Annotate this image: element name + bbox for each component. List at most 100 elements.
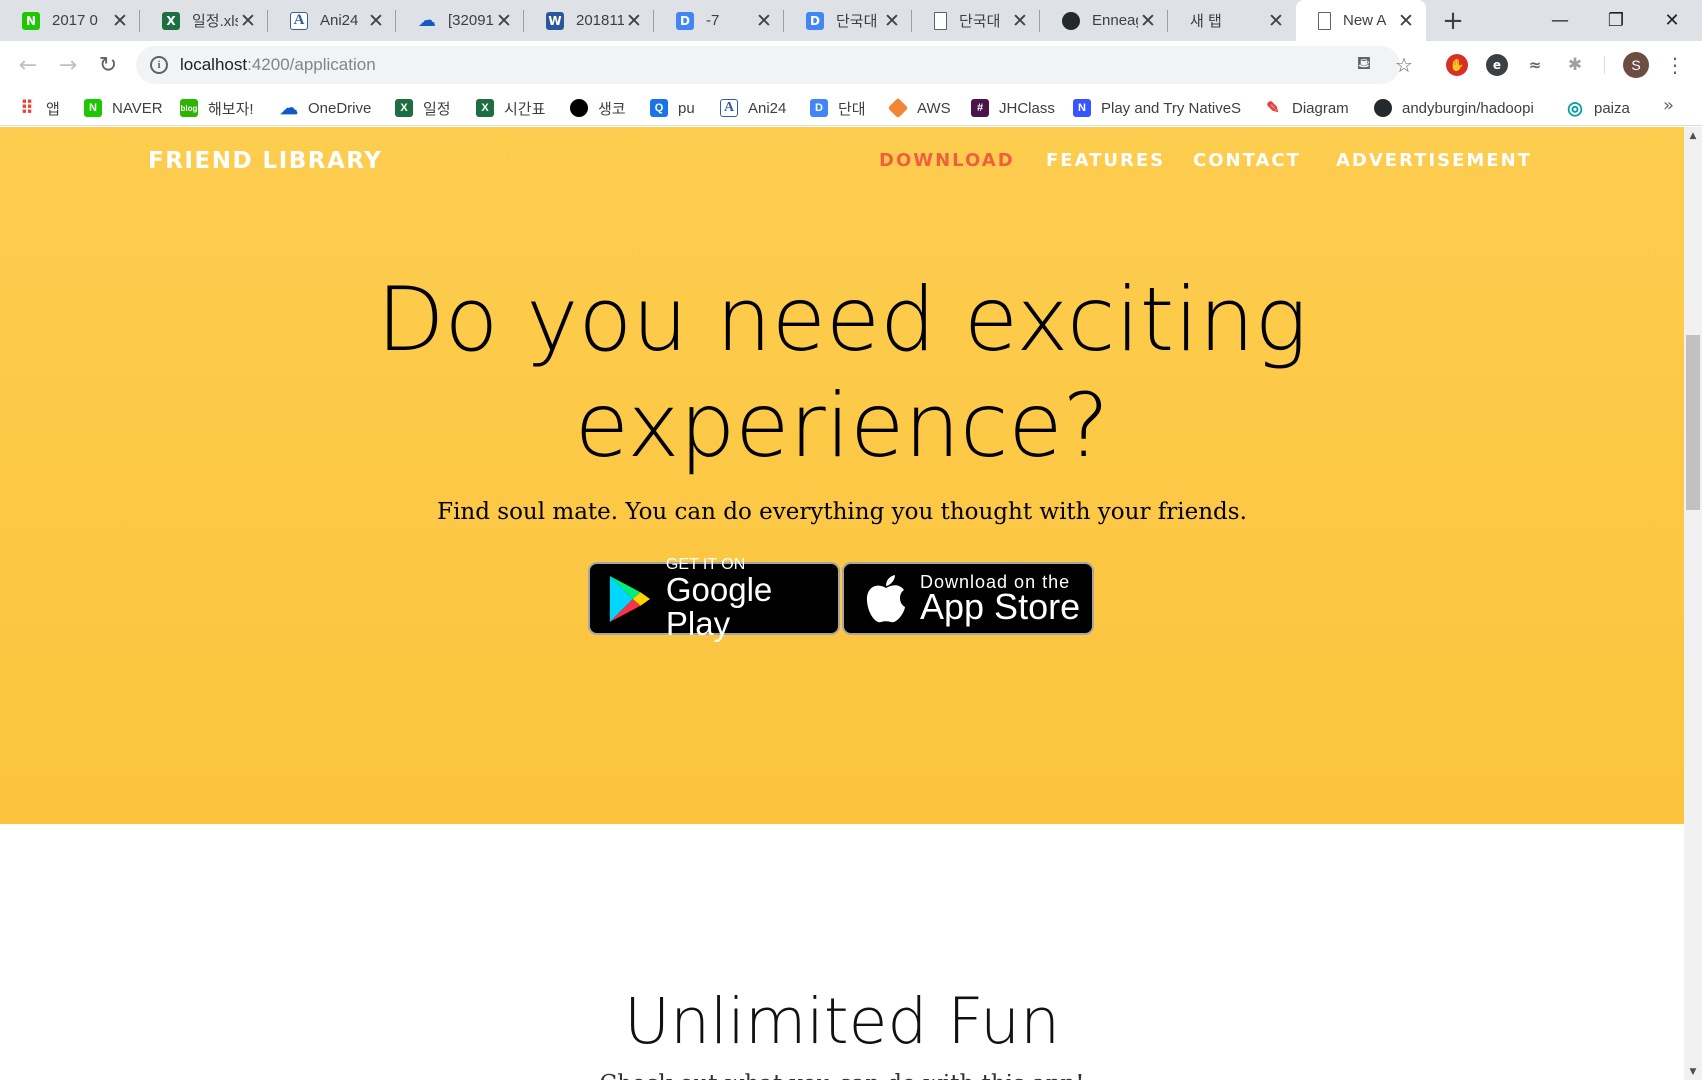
translate-icon[interactable]: ⛾ (1354, 53, 1374, 75)
paiza-icon: ◎ (1567, 97, 1583, 118)
tab-title: [32091 (448, 12, 494, 29)
tab-title: -7 (706, 12, 720, 29)
bookmarks-bar: ⠿ 앱 N NAVER blog 해보자! ☁ OneDrive X 일정 X … (0, 89, 1702, 126)
bookmark-item[interactable]: D 단대 (810, 97, 866, 119)
bookmark-label: paiza (1594, 99, 1630, 117)
restore-icon[interactable]: ❐ (1592, 0, 1640, 41)
bookmark-label: AWS (917, 99, 951, 117)
bookmark-item[interactable]: X 시간표 (476, 97, 545, 119)
bookmark-item[interactable]: ☁ OneDrive (280, 97, 371, 119)
minimize-icon[interactable]: — (1536, 0, 1584, 41)
bookmark-item[interactable]: AWS (887, 97, 951, 119)
back-icon[interactable]: ← (12, 49, 44, 81)
extension-icon[interactable]: ≈ (1524, 54, 1546, 76)
close-icon[interactable]: ✕ (110, 10, 130, 32)
headline-line-2: experience? (574, 374, 1110, 477)
daum-d-icon: D (806, 11, 824, 30)
app-store-badge[interactable]: Download on the App Store (842, 562, 1094, 635)
hero-section: FRIEND LIBRARY DOWNLOAD FEATURES CONTACT… (0, 127, 1684, 824)
browser-tab[interactable]: 새 탭 ✕ (1168, 0, 1296, 41)
bookmark-item[interactable]: blog 해보자! (180, 97, 254, 119)
scroll-up-icon[interactable]: ▲ (1684, 127, 1702, 144)
bookmark-item[interactable]: ⠿ 앱 (18, 97, 60, 119)
browser-tab[interactable]: N 2017 0 ✕ (0, 0, 140, 41)
bookmark-star-icon[interactable]: ☆ (1394, 53, 1414, 77)
onedrive-icon: ☁ (418, 10, 436, 31)
browser-toolbar: ← → ↻ i localhost:4200/application ⛾ ☆ ✋… (0, 41, 1702, 89)
browser-tab[interactable]: 단국대 ✕ (912, 0, 1040, 41)
address-url[interactable]: localhost:4200/application (180, 55, 376, 75)
scroll-down-icon[interactable]: ▼ (1684, 1063, 1702, 1080)
tab-title: 단국대 (836, 13, 878, 30)
nativescript-icon: N (1073, 99, 1091, 117)
site-info-icon[interactable]: i (150, 56, 168, 74)
close-icon[interactable]: ✕ (1266, 10, 1286, 32)
profile-avatar[interactable]: S (1623, 52, 1649, 78)
close-icon[interactable]: ✕ (754, 10, 774, 32)
nav-features[interactable]: FEATURES (1046, 150, 1165, 171)
scrollbar-thumb[interactable] (1686, 335, 1700, 510)
daum-d-icon: D (810, 99, 828, 117)
extension-puzzle-icon[interactable]: ✱ (1564, 54, 1586, 76)
bookmark-item[interactable]: X 일정 (395, 97, 451, 119)
site-brand[interactable]: FRIEND LIBRARY (148, 148, 382, 174)
close-icon[interactable]: ✕ (238, 10, 258, 32)
forward-icon[interactable]: → (52, 49, 84, 81)
bookmark-label: JHClass (999, 99, 1055, 117)
browser-tab[interactable]: A Ani24 ✕ (268, 0, 396, 41)
browser-tab[interactable]: W 201811 ✕ (524, 0, 654, 41)
word-icon: W (546, 11, 564, 30)
adblock-extension-icon[interactable]: ✋ (1446, 54, 1468, 76)
page-scrollbar[interactable]: ▲ ▼ (1684, 127, 1702, 1080)
tab-title: 2017 0 (52, 12, 98, 29)
bookmark-item[interactable]: andyburgin/hadoopi (1374, 97, 1544, 119)
bookmark-item[interactable]: ✎ Diagram (1264, 97, 1348, 119)
google-play-icon (609, 575, 651, 622)
nav-contact[interactable]: CONTACT (1193, 150, 1301, 171)
close-icon[interactable]: ✕ (1138, 10, 1158, 32)
section-subtitle: Check out what you can do with this app! (0, 1071, 1684, 1080)
browser-tab[interactable]: X 일정.xls ✕ (140, 0, 268, 41)
reload-icon[interactable]: ↻ (92, 49, 124, 81)
onedrive-icon: ☁ (280, 97, 298, 118)
bookmark-item[interactable]: 생코 (570, 97, 626, 119)
extension-e-icon[interactable]: e (1486, 54, 1508, 76)
blue-square-icon: Q (650, 99, 668, 117)
address-bar[interactable]: i localhost:4200/application ⛾ ☆ (136, 46, 1413, 84)
nav-advertisement[interactable]: ADVERTISEMENT (1336, 150, 1532, 171)
naver-icon: N (22, 11, 40, 30)
google-play-big-text: Google Play (665, 570, 773, 642)
close-icon[interactable]: ✕ (624, 10, 644, 32)
browser-tab[interactable]: D -7 ✕ (654, 0, 784, 41)
browser-tab[interactable]: Enneag ✕ (1040, 0, 1168, 41)
close-window-icon[interactable]: ✕ (1648, 0, 1696, 41)
bookmark-item[interactable]: A Ani24 (720, 97, 786, 119)
close-icon[interactable]: ✕ (882, 10, 902, 32)
bookmark-item[interactable]: Q pu (650, 97, 695, 119)
close-icon[interactable]: ✕ (494, 10, 514, 32)
apple-icon (866, 574, 905, 622)
browser-tab-active[interactable]: New A ✕ (1296, 0, 1426, 41)
close-icon[interactable]: ✕ (366, 10, 386, 32)
menu-kebab-icon[interactable]: ⋮ (1665, 50, 1685, 80)
bookmark-label: 일정 (423, 100, 451, 118)
bookmark-label: 앱 (46, 100, 60, 118)
bookmark-item[interactable]: N Play and Try NativeS (1073, 97, 1243, 119)
close-icon[interactable]: ✕ (1396, 10, 1416, 32)
google-play-badge[interactable]: GET IT ON Google Play (588, 556, 840, 640)
bookmark-item[interactable]: N NAVER (84, 97, 163, 119)
browser-tab[interactable]: D 단국대 ✕ (784, 0, 912, 41)
bookmark-label: Play and Try NativeS (1101, 99, 1242, 117)
browser-tab[interactable]: ☁ [32091 ✕ (396, 0, 524, 41)
bookmark-item[interactable]: # JHClass (971, 97, 1055, 119)
bookmark-item[interactable]: ◎ paiza (1566, 97, 1630, 119)
nav-download[interactable]: DOWNLOAD (879, 150, 1015, 171)
tab-title: Ani24 (320, 12, 359, 29)
bookmark-label: 단대 (838, 100, 866, 118)
bookmarks-overflow-icon[interactable]: » (1663, 95, 1674, 116)
new-tab-button[interactable]: + (1436, 0, 1470, 41)
hash-icon: # (971, 99, 989, 117)
close-icon[interactable]: ✕ (1010, 10, 1030, 32)
naver-icon: N (84, 99, 102, 117)
tab-title: 201811 (576, 12, 624, 29)
